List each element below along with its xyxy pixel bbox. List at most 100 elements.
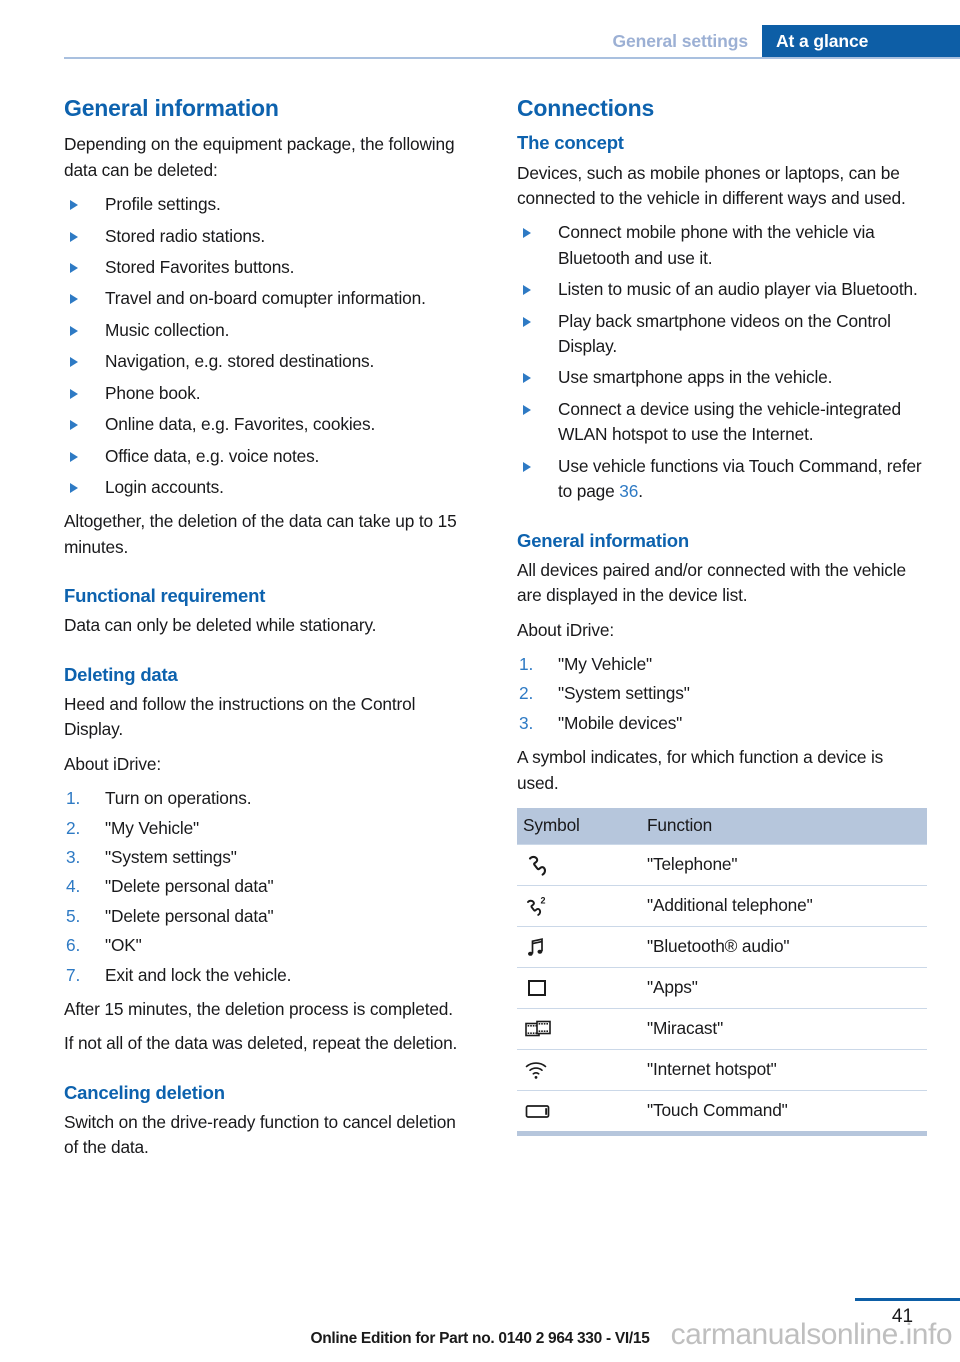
list-item: 6. "OK" xyxy=(64,933,474,958)
function-cell: "Telephone" xyxy=(641,843,927,886)
triangle-bullet-icon xyxy=(70,231,78,242)
table-row: 2 "Additional telephone" xyxy=(517,884,927,927)
list-item-label: Connect a device using the vehicle-integ… xyxy=(558,398,901,445)
step-label: "My Vehicle" xyxy=(105,817,200,838)
step-number: 2. xyxy=(519,683,534,704)
triangle-bullet-icon xyxy=(523,316,531,327)
list-item: Use vehicle functions via Touch Command,… xyxy=(517,454,927,505)
step-label: Exit and lock the vehicle. xyxy=(105,964,292,985)
deleting-data-instructions: Heed and follow the instructions on the … xyxy=(64,693,416,740)
heading-canceling-deletion: Canceling deletion xyxy=(64,1081,225,1103)
table-row: "Miracast" xyxy=(517,1007,927,1050)
general-info-about-idrive: About iDrive: xyxy=(517,619,614,640)
list-item: Listen to music of an audio player via B… xyxy=(517,277,927,302)
step-number: 3. xyxy=(519,712,534,733)
list-item: 5. "Delete personal data" xyxy=(64,904,474,929)
the-concept-text: Devices, such as mobile phones or laptop… xyxy=(517,162,906,209)
list-item: Connect a device using the vehicle-integ… xyxy=(517,397,927,448)
triangle-bullet-icon xyxy=(70,263,78,274)
list-item-label: Stored Favorites buttons. xyxy=(105,257,295,278)
column-header-symbol: Symbol xyxy=(517,807,641,845)
list-item: Play back smartphone videos on the Contr… xyxy=(517,309,927,360)
deleting-data-steps: 1. Turn on operations. 2. "My Vehicle" 3. "… xyxy=(64,786,474,988)
general-information-steps: 1. "My Vehicle" 2. "System settings" 3. "Mo… xyxy=(517,652,927,736)
symbol-cell xyxy=(517,925,641,968)
list-item: Login accounts. xyxy=(64,475,474,500)
header-divider xyxy=(64,57,960,59)
triangle-bullet-icon xyxy=(70,325,78,336)
symbol-cell xyxy=(517,966,641,1009)
step-label: "Mobile devices" xyxy=(558,712,683,733)
function-cell: "Touch Command" xyxy=(641,1089,927,1136)
list-item: 3. "System settings" xyxy=(64,845,474,870)
step-number: 7. xyxy=(66,964,81,985)
list-item-label: Listen to music of an audio player via B… xyxy=(558,279,918,300)
list-item: 2. "My Vehicle" xyxy=(64,816,474,841)
table-header-row: Symbol Function xyxy=(517,807,927,845)
symbol-cell xyxy=(517,1089,641,1136)
triangle-bullet-icon xyxy=(70,294,78,305)
heading-general-information: General information xyxy=(517,529,689,551)
section-title-connections: Connections xyxy=(517,95,655,121)
deletion-completed-paragraph: After 15 minutes, the deletion process i… xyxy=(64,998,453,1019)
list-item: Office data, e.g. voice notes. xyxy=(64,444,474,469)
list-item: 1. "My Vehicle" xyxy=(517,652,927,677)
footer-divider xyxy=(855,1298,960,1301)
breadcrumb: General settings At a glance xyxy=(602,25,960,57)
additional-telephone-icon: 2 xyxy=(523,893,553,919)
list-item: Use smartphone apps in the vehicle. xyxy=(517,365,927,390)
device-list-text: All devices paired and/or connected with… xyxy=(517,559,906,606)
list-item-label: Play back smartphone videos on the Contr… xyxy=(558,310,891,357)
page-title: General information xyxy=(64,95,279,121)
list-item: Navigation, e.g. stored destinations. xyxy=(64,349,474,374)
telephone-handset-icon xyxy=(523,852,553,878)
step-label: "OK" xyxy=(105,935,142,956)
list-item: 2. "System settings" xyxy=(517,681,927,706)
list-item-label: Travel and on-board comupter information… xyxy=(105,288,426,309)
page-header: General settings At a glance xyxy=(0,0,960,62)
left-column: General information Depending on the equ… xyxy=(64,95,474,1170)
heading-functional-requirement: Functional requirement xyxy=(64,585,266,607)
list-item-label: Connect mobile phone with the vehicle vi… xyxy=(558,222,875,268)
list-item-label: Use smartphone apps in the vehicle. xyxy=(558,367,833,388)
function-cell: "Bluetooth® audio" xyxy=(641,925,927,968)
breadcrumb-section: At a glance xyxy=(762,25,960,57)
list-item: 1. Turn on operations. xyxy=(64,786,474,811)
triangle-bullet-icon xyxy=(70,388,78,399)
table-row: "Apps" xyxy=(517,966,927,1009)
page-reference-link[interactable]: 36 xyxy=(619,481,638,501)
table-row: "Bluetooth® audio" xyxy=(517,925,927,968)
symbol-cell xyxy=(517,1048,641,1091)
intro-paragraph: Depending on the equipment package, the … xyxy=(64,134,455,180)
list-item: 3. "Mobile devices" xyxy=(517,711,927,736)
list-item: Music collection. xyxy=(64,318,474,343)
list-item: Connect mobile phone with the vehicle vi… xyxy=(517,220,927,271)
list-item: 4. "Delete personal data" xyxy=(64,874,474,899)
wifi-icon xyxy=(523,1057,553,1083)
svg-text:2: 2 xyxy=(541,895,546,905)
list-item-label: Music collection. xyxy=(105,319,230,340)
list-item-label: Navigation, e.g. stored destinations. xyxy=(105,351,375,372)
list-item-label-suffix: . xyxy=(638,481,643,502)
table-row: "Touch Command" xyxy=(517,1089,927,1136)
breadcrumb-chapter: General settings xyxy=(612,30,748,51)
step-number: 1. xyxy=(66,788,81,809)
canceling-deletion-text: Switch on the drive-ready function to ca… xyxy=(64,1111,456,1158)
list-item-label: Profile settings. xyxy=(105,194,221,215)
list-item: 7. Exit and lock the vehicle. xyxy=(64,963,474,988)
triangle-bullet-icon xyxy=(70,420,78,431)
triangle-bullet-icon xyxy=(523,373,531,384)
symbol-cell: 2 xyxy=(517,884,641,927)
functional-requirement-text: Data can only be deleted while stationar… xyxy=(64,615,377,636)
step-number: 4. xyxy=(66,876,81,897)
function-cell: "Apps" xyxy=(641,966,927,1009)
step-label: "My Vehicle" xyxy=(558,653,653,674)
list-item-label: Stored radio stations. xyxy=(105,225,266,246)
step-number: 2. xyxy=(66,817,81,838)
list-item: Travel and on-board comupter information… xyxy=(64,286,474,311)
triangle-bullet-icon xyxy=(523,461,531,472)
film-strip-icon xyxy=(523,1016,553,1042)
list-item-label: Phone book. xyxy=(105,382,201,403)
function-cell: "Miracast" xyxy=(641,1007,927,1050)
triangle-bullet-icon xyxy=(70,200,78,211)
